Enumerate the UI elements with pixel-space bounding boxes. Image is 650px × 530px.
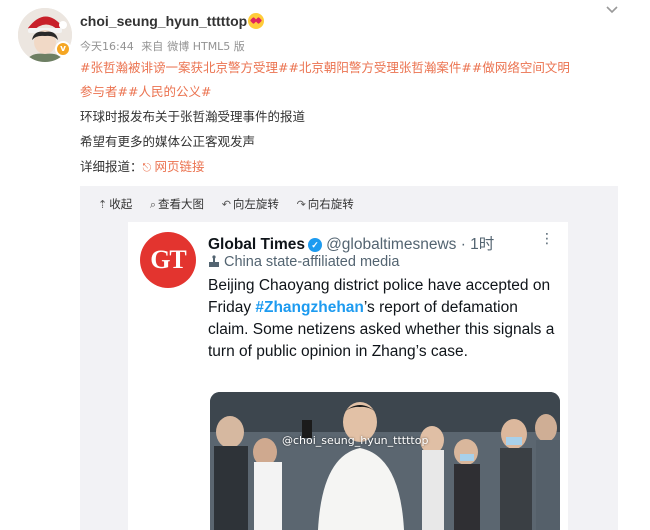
verified-check-icon: ✓ [308, 238, 323, 252]
source-prefix: 来自 [141, 40, 164, 53]
post-meta: 今天16:44 来自 微博 HTML5 版 [80, 38, 249, 54]
post-source: 微博 HTML5 版 [167, 40, 245, 53]
rotate-right-button[interactable]: ↷ 向右旋转 [297, 196, 354, 212]
link-icon: ⎋ [142, 161, 152, 174]
detail-label: 详细报道： [80, 159, 143, 174]
post-text-line: 参与者##人民的公义# [80, 83, 211, 101]
tweet-header: Global Times ✓ @globaltimesnews · 1时 [208, 232, 494, 254]
tweet-handle-time: @globaltimesnews · 1时 [326, 236, 495, 253]
affiliation-text: China state-affiliated media [224, 254, 400, 270]
rotate-left-icon: ↶ [221, 198, 231, 211]
search-icon: ⌕ [149, 198, 157, 211]
rotate-right-icon: ↷ [296, 198, 306, 211]
web-link[interactable]: ⎋ 网页链接 [143, 159, 205, 174]
weibo-post: v choi_seung_hyun_tttttop 今天16:44 来自 微博 H… [0, 0, 650, 530]
username[interactable]: choi_seung_hyun_tttttop [80, 13, 247, 29]
global-times-logo: GT [140, 232, 196, 288]
post-text-line: 环球时报发布关于张哲瀚受理事件的报道 [80, 109, 306, 124]
affiliation-label: China state-affiliated media [208, 254, 399, 270]
tweet-body: Beijing Chaoyang district police have ac… [208, 275, 562, 363]
hashtag-link[interactable]: #张哲瀚被诽谤一案获北京警方受理# [80, 60, 288, 75]
rotate-left-label: 向左旋转 [232, 197, 279, 211]
post-text-line: 希望有更多的媒体公正客观发声 [80, 134, 256, 149]
hashtag-link[interactable]: #北京朝阳警方受理张哲瀚案件# [288, 60, 471, 75]
web-link-label: 网页链接 [154, 159, 205, 174]
collapse-icon: ⇡ [98, 198, 108, 211]
chevron-down-icon[interactable] [605, 4, 625, 20]
more-options-icon: ⋮ [540, 231, 555, 247]
rotate-right-label: 向右旋转 [307, 197, 354, 211]
tweet-screenshot-image[interactable]: GT Global Times ✓ @globaltimesnews · 1时 ⋮ … [128, 222, 568, 530]
hashtag-link[interactable]: #人民的公义# [128, 84, 211, 99]
v-badge-icon: v [55, 41, 71, 57]
hashtag-link[interactable]: 参与者# [80, 84, 128, 99]
heart-eyes-emoji-icon [248, 13, 264, 29]
view-large-label: 查看大图 [158, 197, 205, 211]
view-large-button[interactable]: ⌕ 查看大图 [150, 196, 204, 212]
tweet-photo [210, 392, 560, 530]
rotate-left-button[interactable]: ↶ 向左旋转 [222, 196, 279, 212]
watermark: @choi_seung_hyun_tttttop [282, 434, 429, 447]
tweet-author-name: Global Times [208, 236, 306, 253]
media-toolbar: ⇡ 收起 ⌕ 查看大图 ↶ 向左旋转 ↷ 向右旋转 [98, 196, 368, 212]
post-text-line: 详细报道：⎋ 网页链接 [80, 158, 205, 176]
post-text-line: #张哲瀚被诽谤一案获北京警方受理##北京朝阳警方受理张哲瀚案件##做网络空间文明 [80, 59, 570, 77]
collapse-label: 收起 [109, 197, 133, 211]
collapse-button[interactable]: ⇡ 收起 [98, 196, 132, 212]
podium-icon [209, 255, 219, 267]
hashtag-link[interactable]: #做网络空间文明 [472, 60, 570, 75]
post-time[interactable]: 今天16:44 [80, 40, 134, 53]
tweet-hashtag: #Zhangzhehan [255, 299, 364, 316]
